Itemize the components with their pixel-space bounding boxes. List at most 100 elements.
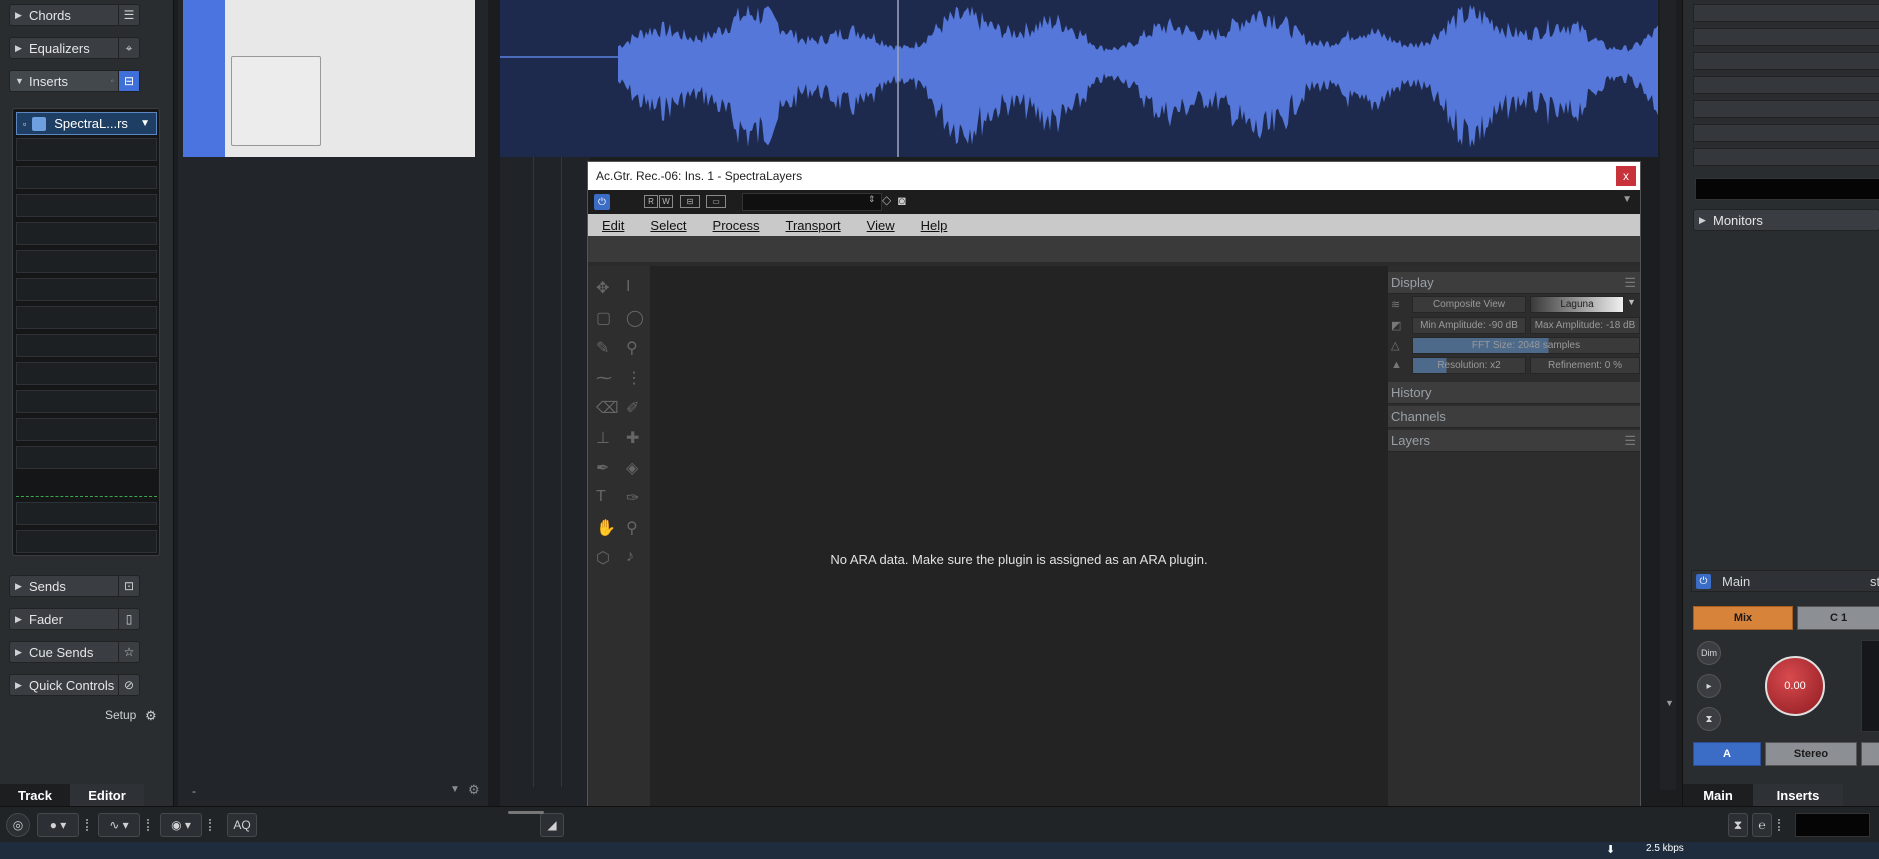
section-inserts[interactable]: ▼ Inserts ◦ ⊟: [9, 70, 140, 92]
menu-help[interactable]: Help: [921, 218, 948, 233]
gear-icon[interactable]: ⚙: [468, 782, 480, 798]
insert-slot[interactable]: [16, 222, 157, 245]
menu-transport[interactable]: Transport: [786, 218, 841, 233]
metronome-icon[interactable]: ⧗: [1728, 813, 1748, 837]
write-automation-icon[interactable]: W: [659, 195, 673, 208]
bypass-icon[interactable]: ◦: [110, 76, 114, 87]
display-header[interactable]: Display ☰: [1388, 272, 1640, 294]
magic-wand-icon[interactable]: ⚲: [626, 338, 638, 358]
control-room-volume-knob[interactable]: 0.00: [1765, 656, 1825, 716]
chevron-down-icon[interactable]: ▼: [140, 118, 150, 129]
download-icon[interactable]: ⬇: [1606, 843, 1615, 856]
move-tool-icon[interactable]: ✥: [596, 278, 609, 298]
fader-icon[interactable]: ▯: [118, 609, 139, 629]
c1-button[interactable]: C 1: [1797, 606, 1879, 630]
circle-slash-icon[interactable]: ⊘: [118, 675, 139, 695]
mixer-row[interactable]: [1693, 52, 1879, 70]
insert-slot[interactable]: [16, 306, 157, 329]
menu-view[interactable]: View: [867, 218, 895, 233]
preset-field[interactable]: [742, 193, 882, 211]
insert-slot[interactable]: [16, 194, 157, 217]
dim-button[interactable]: Dim: [1697, 641, 1721, 665]
chevron-down-icon[interactable]: ▼: [450, 784, 460, 795]
gear-icon[interactable]: ⚙: [145, 708, 157, 724]
reference-icon[interactable]: ▸: [1697, 674, 1721, 698]
history-header[interactable]: History: [1388, 382, 1640, 404]
tool-icon[interactable]: ◢: [540, 813, 564, 837]
speaker-icon[interactable]: ♪: [626, 548, 634, 566]
composite-view-button[interactable]: Composite View: [1412, 296, 1526, 313]
read-automation-icon[interactable]: R: [644, 195, 658, 208]
sync-icon[interactable]: ℮: [1752, 813, 1772, 837]
plugin-edit-icon[interactable]: [32, 116, 47, 131]
time-select-icon[interactable]: I: [626, 278, 630, 296]
insert-slot[interactable]: [16, 334, 157, 357]
chevron-down-icon[interactable]: ▼: [1627, 297, 1636, 307]
section-chords[interactable]: ▶ Chords ☰: [9, 4, 140, 26]
section-cue-sends[interactable]: ▶ Cue Sends ☆: [9, 641, 140, 663]
insert-slot[interactable]: [16, 446, 157, 469]
insert-slot[interactable]: [16, 138, 157, 161]
metronome-icon[interactable]: ⧗: [1697, 707, 1721, 731]
fill-icon[interactable]: ◈: [626, 458, 638, 478]
marker-icon[interactable]: ✐: [626, 398, 639, 418]
rectangle-select-icon[interactable]: ▢: [596, 308, 611, 328]
vertical-scrollbar[interactable]: [1660, 0, 1676, 790]
colormap-select[interactable]: Laguna: [1530, 296, 1624, 313]
close-button[interactable]: x: [1616, 166, 1636, 186]
stereo-button[interactable]: Stereo: [1765, 742, 1857, 766]
plugin-title-bar[interactable]: Ac.Gtr. Rec.-06: Ins. 1 - SpectraLayers: [588, 162, 1640, 190]
aq-button[interactable]: AQ: [227, 813, 257, 837]
a-button[interactable]: A: [1693, 742, 1761, 766]
star-icon[interactable]: ☆: [118, 642, 139, 662]
max-amplitude-field[interactable]: Max Amplitude: -18 dB: [1530, 317, 1640, 334]
camera-icon[interactable]: ◙: [898, 193, 906, 208]
eq-icon[interactable]: ⌖: [118, 38, 139, 58]
section-equalizers[interactable]: ▶ Equalizers ⌖: [9, 37, 140, 59]
mix-button[interactable]: Mix: [1693, 606, 1793, 630]
menu-select[interactable]: Select: [650, 218, 686, 233]
lasso-icon[interactable]: ◯: [626, 308, 644, 328]
preset-menu-icon[interactable]: ◇: [882, 193, 891, 207]
compare-icon[interactable]: ⊟: [680, 195, 700, 208]
menu-edit[interactable]: Edit: [602, 218, 624, 233]
record-mode-button[interactable]: ● ▾: [37, 813, 79, 837]
menu-process[interactable]: Process: [713, 218, 760, 233]
mixer-row[interactable]: [1693, 28, 1879, 46]
power-icon[interactable]: ▫: [23, 119, 26, 129]
eyedropper-icon[interactable]: ✑: [626, 488, 639, 508]
performance-button[interactable]: ◉ ▾: [160, 813, 202, 837]
send-icon[interactable]: ⊡: [118, 576, 139, 596]
insert-slot[interactable]: [16, 166, 157, 189]
insert-icon[interactable]: ⊟: [118, 71, 139, 91]
waveform-mode-button[interactable]: ∿ ▾: [98, 813, 140, 837]
stamp-icon[interactable]: ⊥: [596, 428, 610, 448]
channels-header[interactable]: Channels: [1388, 406, 1640, 428]
tab-main[interactable]: Main: [1683, 784, 1753, 806]
dotted-line-icon[interactable]: ⋮: [626, 368, 642, 388]
section-sends[interactable]: ▶ Sends ⊡: [9, 575, 140, 597]
menu-icon[interactable]: ☰: [1624, 275, 1636, 291]
tab-editor[interactable]: Editor: [70, 784, 144, 806]
insert-slot[interactable]: [16, 530, 157, 553]
line-tool-icon[interactable]: ⁓: [596, 368, 612, 388]
section-fader[interactable]: ▶ Fader ▯: [9, 608, 140, 630]
waveform-graphic[interactable]: [500, 0, 1658, 157]
insert-slot[interactable]: [16, 418, 157, 441]
cube-icon[interactable]: ⬡: [596, 548, 610, 568]
mixer-row[interactable]: [1693, 100, 1879, 118]
brush-select-icon[interactable]: ✎: [596, 338, 609, 358]
chevron-down-icon[interactable]: ▼: [1622, 194, 1632, 205]
min-amplitude-field[interactable]: Min Amplitude: -90 dB: [1412, 317, 1526, 334]
spectral-canvas[interactable]: No ARA data. Make sure the plugin is ass…: [650, 266, 1388, 852]
section-quick-controls[interactable]: ▶ Quick Controls ⊘: [9, 674, 140, 696]
mixer-row[interactable]: [1693, 76, 1879, 94]
sliders-icon[interactable]: ☰: [118, 5, 139, 25]
resolution-field[interactable]: Resolution: x2: [1412, 357, 1526, 374]
fft-size-field[interactable]: FFT Size: 2048 samples: [1412, 337, 1640, 354]
mixer-button[interactable]: [1861, 742, 1879, 766]
eraser-icon[interactable]: ⌫: [596, 398, 619, 418]
text-tool-icon[interactable]: T: [596, 488, 606, 506]
power-icon[interactable]: ⏻: [594, 194, 610, 210]
refinement-field[interactable]: Refinement: 0 %: [1530, 357, 1640, 374]
